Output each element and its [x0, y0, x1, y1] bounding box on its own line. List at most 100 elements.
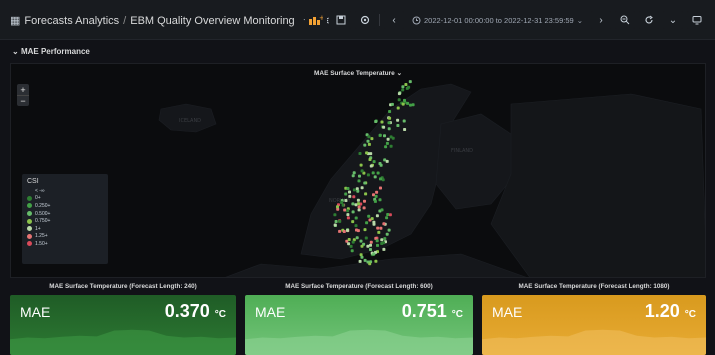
- station-marker[interactable]: [385, 141, 389, 145]
- station-marker[interactable]: [359, 253, 363, 257]
- station-marker[interactable]: [352, 171, 356, 175]
- panel-title[interactable]: MAE Surface Temperature ⌄: [11, 69, 705, 77]
- time-shift-forward-button[interactable]: ›: [591, 11, 611, 29]
- station-marker[interactable]: [374, 259, 378, 263]
- station-marker[interactable]: [365, 221, 369, 225]
- station-marker[interactable]: [356, 198, 360, 202]
- station-marker[interactable]: [378, 198, 382, 202]
- station-marker[interactable]: [346, 216, 350, 220]
- station-marker[interactable]: [357, 205, 361, 209]
- station-marker[interactable]: [388, 110, 392, 113]
- station-marker[interactable]: [385, 159, 389, 163]
- station-marker[interactable]: [401, 85, 405, 89]
- station-marker[interactable]: [369, 152, 373, 156]
- stat-panel-240[interactable]: MAE 0.370 °C: [10, 295, 236, 355]
- station-marker[interactable]: [365, 151, 369, 155]
- row-header-mae-performance[interactable]: ⌄ MAE Performance: [12, 47, 90, 56]
- station-marker[interactable]: [387, 228, 391, 232]
- station-marker[interactable]: [355, 228, 358, 232]
- station-marker[interactable]: [380, 238, 384, 242]
- station-marker[interactable]: [347, 242, 351, 246]
- station-marker[interactable]: [346, 187, 350, 190]
- station-marker[interactable]: [383, 134, 386, 138]
- station-marker[interactable]: [334, 220, 338, 223]
- station-marker[interactable]: [363, 228, 367, 232]
- station-marker[interactable]: [355, 236, 359, 240]
- station-marker[interactable]: [406, 101, 410, 105]
- zoom-in-button[interactable]: +: [17, 84, 29, 95]
- station-marker[interactable]: [372, 252, 376, 256]
- station-marker[interactable]: [344, 199, 348, 202]
- breadcrumb-dashboard[interactable]: EBM Quality Overview Monitoring: [130, 15, 294, 27]
- station-marker[interactable]: [372, 160, 376, 164]
- station-marker[interactable]: [369, 164, 373, 168]
- station-marker[interactable]: [369, 248, 372, 251]
- station-marker[interactable]: [336, 205, 339, 209]
- station-marker[interactable]: [375, 239, 379, 243]
- station-marker[interactable]: [351, 174, 355, 178]
- station-marker[interactable]: [374, 194, 378, 198]
- station-marker[interactable]: [369, 243, 372, 247]
- station-marker[interactable]: [380, 208, 384, 212]
- station-marker[interactable]: [351, 210, 355, 214]
- station-marker[interactable]: [371, 171, 375, 175]
- dashboards-grid-icon[interactable]: ▦: [10, 14, 20, 27]
- stat-title-600[interactable]: MAE Surface Temperature (Forecast Length…: [245, 283, 473, 290]
- station-marker[interactable]: [375, 214, 379, 218]
- station-marker[interactable]: [407, 85, 411, 89]
- station-marker[interactable]: [403, 128, 407, 131]
- station-marker[interactable]: [358, 259, 362, 263]
- station-marker[interactable]: [388, 116, 392, 120]
- station-marker[interactable]: [378, 133, 382, 137]
- station-marker[interactable]: [366, 139, 370, 143]
- station-marker[interactable]: [363, 258, 367, 262]
- station-marker[interactable]: [364, 236, 368, 240]
- station-marker[interactable]: [346, 213, 350, 217]
- station-marker[interactable]: [366, 244, 370, 248]
- station-marker[interactable]: [403, 98, 406, 102]
- stat-title-1080[interactable]: MAE Surface Temperature (Forecast Length…: [482, 283, 706, 290]
- station-marker[interactable]: [357, 179, 361, 183]
- refresh-button[interactable]: [639, 11, 659, 29]
- station-marker[interactable]: [408, 80, 412, 84]
- station-marker[interactable]: [380, 120, 384, 124]
- station-marker[interactable]: [376, 226, 380, 230]
- station-marker[interactable]: [366, 173, 370, 177]
- station-marker[interactable]: [363, 181, 367, 185]
- station-marker[interactable]: [389, 135, 393, 139]
- station-marker[interactable]: [364, 192, 368, 196]
- stat-panel-1080[interactable]: MAE 1.20 °C: [482, 295, 706, 355]
- station-marker[interactable]: [362, 206, 366, 210]
- station-marker[interactable]: [344, 192, 348, 196]
- station-marker[interactable]: [367, 142, 371, 146]
- station-marker[interactable]: [402, 119, 406, 123]
- station-marker[interactable]: [382, 125, 386, 129]
- station-marker[interactable]: [389, 144, 393, 148]
- station-marker[interactable]: [373, 175, 377, 179]
- station-marker[interactable]: [379, 177, 382, 181]
- station-marker[interactable]: [342, 230, 346, 233]
- station-marker[interactable]: [372, 220, 376, 224]
- station-marker[interactable]: [387, 121, 391, 125]
- station-marker[interactable]: [397, 92, 401, 96]
- save-dashboard-button[interactable]: [330, 11, 351, 29]
- add-panel-button[interactable]: +: [304, 11, 327, 29]
- station-marker[interactable]: [350, 249, 354, 253]
- station-marker[interactable]: [351, 240, 355, 244]
- station-marker[interactable]: [376, 171, 380, 175]
- station-marker[interactable]: [354, 216, 358, 220]
- settings-button[interactable]: [354, 11, 375, 29]
- station-marker[interactable]: [360, 169, 364, 173]
- station-marker[interactable]: [409, 103, 412, 107]
- station-marker[interactable]: [378, 162, 382, 165]
- zoom-out-button[interactable]: −: [17, 95, 29, 106]
- station-marker[interactable]: [341, 203, 345, 207]
- time-picker-button[interactable]: 2022-12-01 00:00:00 to 2022-12-31 23:59:…: [408, 11, 587, 29]
- station-marker[interactable]: [375, 190, 379, 194]
- geomap[interactable]: ICELAND FINLAND NORWAY: [11, 64, 706, 278]
- station-marker[interactable]: [374, 120, 378, 123]
- station-marker[interactable]: [333, 223, 337, 227]
- time-shift-back-button[interactable]: ‹: [383, 11, 404, 29]
- station-marker[interactable]: [372, 193, 375, 197]
- station-marker[interactable]: [359, 163, 363, 167]
